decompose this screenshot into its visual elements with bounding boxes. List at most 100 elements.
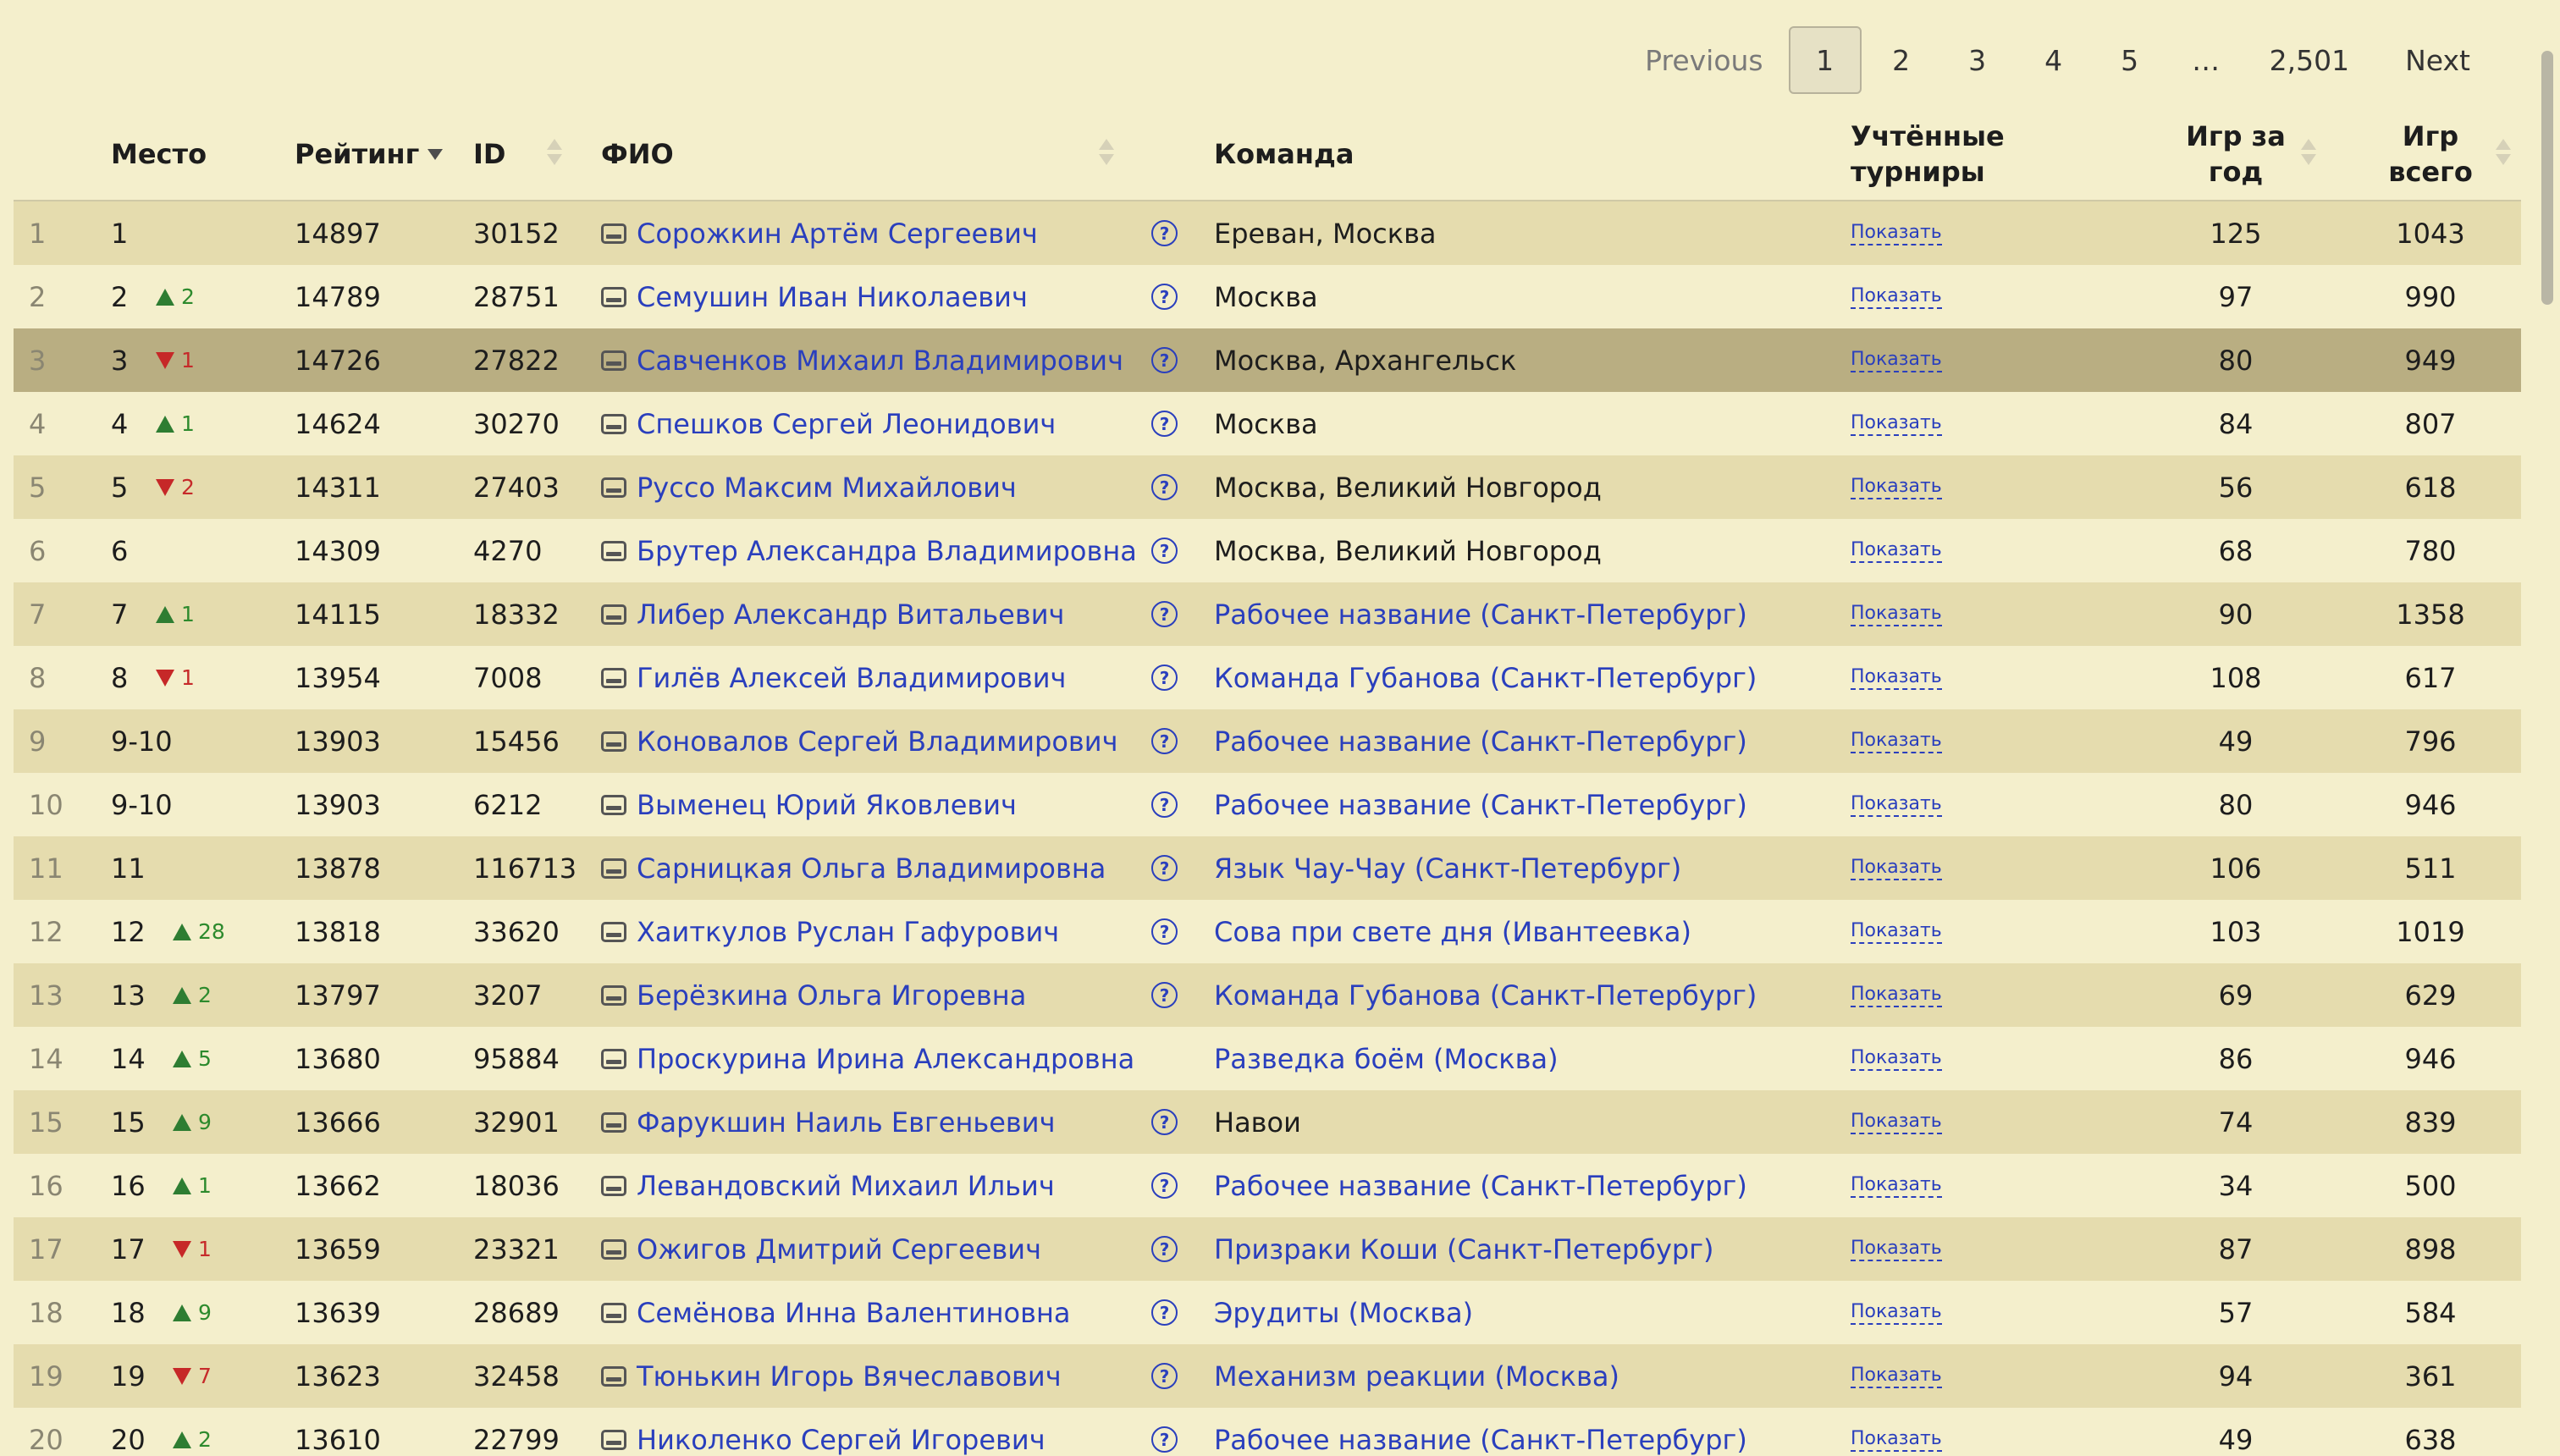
show-tournaments-link[interactable]: Показать [1851, 222, 1942, 245]
sort-icon-id[interactable] [547, 139, 562, 169]
player-link[interactable]: Семёнова Инна Валентиновна [637, 1297, 1071, 1329]
player-link[interactable]: Коновалов Сергей Владимирович [637, 725, 1117, 758]
help-icon[interactable]: ? [1151, 601, 1178, 627]
help-icon[interactable]: ? [1151, 1426, 1178, 1453]
show-tournaments-link[interactable]: Показать [1851, 984, 1942, 1007]
team-link[interactable]: Эрудиты (Москва) [1214, 1297, 1473, 1329]
team-link[interactable]: Язык Чау-Чау (Санкт-Петербург) [1214, 852, 1681, 885]
player-link[interactable]: Савченков Михаил Владимирович [637, 345, 1123, 377]
column-header-games-year[interactable]: Игр за год [2164, 107, 2308, 201]
player-link[interactable]: Семушин Иван Николаевич [637, 281, 1028, 313]
show-tournaments-link[interactable]: Показать [1851, 857, 1942, 880]
player-link[interactable]: Руссо Максим Михайлович [637, 472, 1017, 504]
show-tournaments-link[interactable]: Показать [1851, 1428, 1942, 1452]
show-tournaments-link[interactable]: Показать [1851, 1111, 1942, 1134]
page-1-button[interactable]: 1 [1788, 26, 1862, 94]
scrollbar[interactable] [2533, 0, 2560, 1456]
help-icon[interactable]: ? [1151, 284, 1178, 310]
help-icon[interactable]: ? [1151, 918, 1178, 945]
player-link[interactable]: Тюнькин Игорь Вячеславович [637, 1360, 1062, 1393]
page-5-button[interactable]: 5 [2092, 26, 2168, 94]
team-link[interactable]: Команда Губанова (Санкт-Петербург) [1214, 979, 1757, 1012]
column-header-rating[interactable]: Рейтинг [295, 107, 444, 201]
team-link[interactable]: Рабочее название (Санкт-Петербург) [1214, 725, 1747, 758]
show-tournaments-link[interactable]: Показать [1851, 1301, 1942, 1325]
show-tournaments-link[interactable]: Показать [1851, 1047, 1942, 1071]
previous-page-button[interactable]: Previous [1621, 26, 1786, 94]
rating-cell: 13666 [295, 1106, 381, 1139]
row-index: 9 [29, 725, 47, 758]
show-tournaments-link[interactable]: Показать [1851, 920, 1942, 944]
help-icon[interactable]: ? [1151, 411, 1178, 437]
place-cell: 11 [111, 852, 146, 885]
player-link[interactable]: Либер Александр Витальевич [637, 598, 1064, 631]
show-tournaments-link[interactable]: Показать [1851, 1238, 1942, 1261]
player-link[interactable]: Сорожкин Артём Сергеевич [637, 218, 1038, 250]
sort-icon-total[interactable] [2496, 139, 2511, 169]
player-link[interactable]: Спешков Сергей Леонидович [637, 408, 1056, 440]
help-icon[interactable]: ? [1151, 538, 1178, 564]
team-link[interactable]: Призраки Коши (Санкт-Петербург) [1214, 1233, 1714, 1266]
show-tournaments-link[interactable]: Показать [1851, 603, 1942, 626]
games-year-cell: 87 [2218, 1233, 2254, 1266]
player-link[interactable]: Берёзкина Ольга Игоревна [637, 979, 1026, 1012]
show-tournaments-link[interactable]: Показать [1851, 476, 1942, 499]
show-tournaments-link[interactable]: Показать [1851, 349, 1942, 372]
show-tournaments-link[interactable]: Показать [1851, 539, 1942, 563]
help-icon[interactable]: ? [1151, 1299, 1178, 1326]
scrollbar-thumb[interactable] [2541, 51, 2553, 305]
table-row: 5 5 2 14311 27403 Руссо Максим Михайлович? Мос… [14, 455, 2521, 519]
help-icon[interactable]: ? [1151, 791, 1178, 818]
show-tournaments-link[interactable]: Показать [1851, 1174, 1942, 1198]
sort-icon-year[interactable] [2301, 139, 2316, 169]
last-page-button[interactable]: 2,501 [2244, 26, 2375, 94]
next-page-button[interactable]: Next [2375, 26, 2496, 94]
column-header-id[interactable]: ID [473, 107, 505, 201]
team-link[interactable]: Сова при свете дня (Ивантеевка) [1214, 916, 1691, 948]
help-icon[interactable]: ? [1151, 347, 1178, 373]
page-3-button[interactable]: 3 [1939, 26, 2016, 94]
rank-change-up: 9 [173, 1281, 212, 1344]
team-link[interactable]: Рабочее название (Санкт-Петербург) [1214, 1170, 1747, 1202]
page-2-button[interactable]: 2 [1863, 26, 1939, 94]
player-link[interactable]: Николенко Сергей Игоревич [637, 1424, 1046, 1456]
show-tournaments-link[interactable]: Показать [1851, 1365, 1942, 1388]
show-tournaments-link[interactable]: Показать [1851, 412, 1942, 436]
team-link[interactable]: Рабочее название (Санкт-Петербург) [1214, 598, 1747, 631]
team-link[interactable]: Рабочее название (Санкт-Петербург) [1214, 1424, 1747, 1456]
show-tournaments-link[interactable]: Показать [1851, 730, 1942, 753]
player-link[interactable]: Левандовский Михаил Ильич [637, 1170, 1055, 1202]
page-4-button[interactable]: 4 [2016, 26, 2092, 94]
help-icon[interactable]: ? [1151, 1363, 1178, 1389]
show-tournaments-link[interactable]: Показать [1851, 793, 1942, 817]
rating-cell: 13680 [295, 1042, 381, 1075]
column-header-name[interactable]: ФИО [601, 107, 674, 201]
team-link[interactable]: Разведка боём (Москва) [1214, 1043, 1559, 1075]
help-icon[interactable]: ? [1151, 728, 1178, 754]
player-link[interactable]: Фарукшин Наиль Евгеньевич [637, 1106, 1055, 1139]
help-icon[interactable]: ? [1151, 982, 1178, 1008]
help-icon[interactable]: ? [1151, 220, 1178, 246]
column-header-games-total[interactable]: Игр всего [2359, 107, 2502, 201]
player-link[interactable]: Брутер Александра Владимировна [637, 535, 1137, 567]
help-icon[interactable]: ? [1151, 474, 1178, 500]
help-icon[interactable]: ? [1151, 1172, 1178, 1199]
team-link[interactable]: Рабочее название (Санкт-Петербург) [1214, 789, 1747, 821]
help-icon[interactable]: ? [1151, 1109, 1178, 1135]
player-link[interactable]: Ожигов Дмитрий Сергеевич [637, 1233, 1041, 1266]
player-link[interactable]: Выменец Юрий Яковлевич [637, 789, 1017, 821]
help-icon[interactable]: ? [1151, 855, 1178, 881]
player-link[interactable]: Проскурина Ирина Александровна [637, 1043, 1134, 1075]
show-tournaments-link[interactable]: Показать [1851, 666, 1942, 690]
help-icon[interactable]: ? [1151, 665, 1178, 691]
sort-icon-name[interactable] [1099, 139, 1114, 169]
tournaments-header-line1: Учтённые [1851, 120, 2005, 152]
player-link[interactable]: Гилёв Алексей Владимирович [637, 662, 1066, 694]
rating-cell: 14624 [295, 407, 381, 440]
show-tournaments-link[interactable]: Показать [1851, 285, 1942, 309]
player-link[interactable]: Хаиткулов Руслан Гафурович [637, 916, 1059, 948]
help-icon[interactable]: ? [1151, 1236, 1178, 1262]
team-link[interactable]: Команда Губанова (Санкт-Петербург) [1214, 662, 1757, 694]
team-link[interactable]: Механизм реакции (Москва) [1214, 1360, 1619, 1393]
player-link[interactable]: Сарницкая Ольга Владимировна [637, 852, 1106, 885]
